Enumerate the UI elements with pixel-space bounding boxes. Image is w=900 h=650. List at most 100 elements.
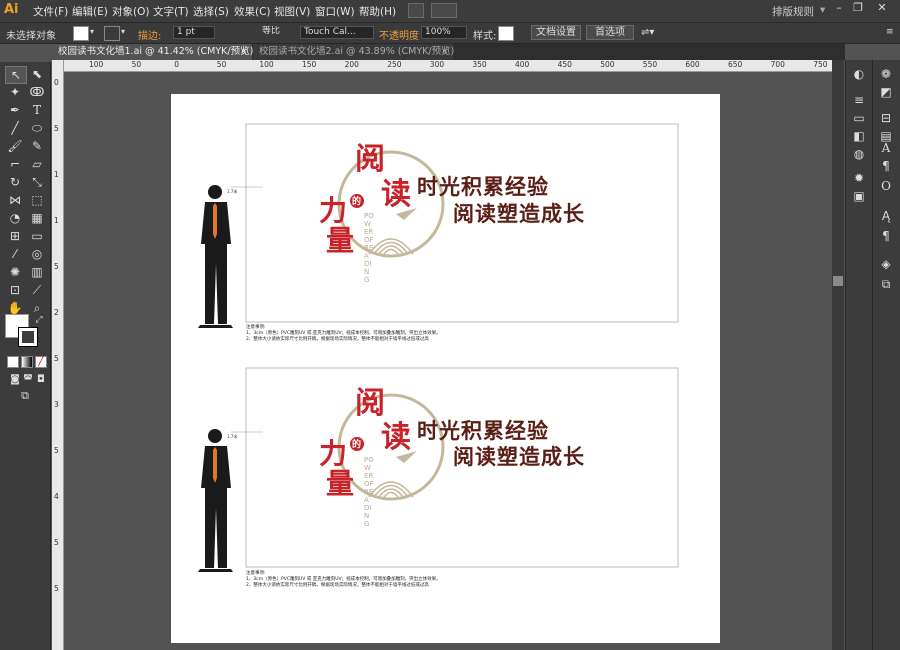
eyedropper-tool-icon[interactable]: ⁄	[5, 246, 25, 262]
tab-document-2[interactable]: 校园读书文化墙2.ai @ 43.89% (CMYK/预览) ✕	[253, 44, 454, 60]
width-tool-icon[interactable]: ⋈	[5, 192, 25, 208]
brush-select[interactable]: Touch Cal...	[300, 26, 374, 39]
tab-close-icon[interactable]: ✕	[240, 44, 247, 60]
design-2-graphics	[198, 367, 679, 572]
menu-select[interactable]: 选择(S)	[193, 4, 229, 19]
horizontal-ruler[interactable]: 100 50 0 50 100 150 200 250 300 350 400 450 500 550 60…	[64, 60, 832, 72]
transparency-panel-icon[interactable]: ◧	[850, 128, 868, 144]
column-graph-tool-icon[interactable]: ▥	[27, 264, 47, 280]
stroke-weight-field[interactable]: 1 pt	[173, 26, 215, 39]
panel-menu-icon[interactable]: ≡	[886, 27, 894, 37]
menu-effect[interactable]: 效果(C)	[234, 4, 271, 19]
control-bar: 未选择对象 ▾ ▾ 描边: 1 pt 等比 Touch Cal... 不透明度 …	[0, 23, 900, 44]
gradient-panel-icon[interactable]: ▭	[850, 110, 868, 126]
shape-builder-tool-icon[interactable]: ◔	[5, 210, 25, 226]
gradient-mode-icon[interactable]	[21, 356, 33, 368]
workspace-chevron-icon[interactable]: ▾	[820, 4, 825, 16]
slice-tool-icon[interactable]: ⟋	[27, 282, 47, 298]
preferences-button[interactable]: 首选项	[586, 25, 634, 40]
character-styles-icon[interactable]: Ą	[877, 208, 895, 224]
restore-button[interactable]: ❐	[849, 1, 867, 15]
symbols-panel-icon[interactable]: ✹	[850, 170, 868, 186]
perspective-grid-tool-icon[interactable]: ▦	[27, 210, 47, 226]
scroll-thumb[interactable]	[833, 276, 843, 286]
swatches-panel-icon[interactable]: ◩	[877, 84, 895, 100]
arrange-icon[interactable]: ⇌▾	[641, 27, 654, 38]
stroke-color-swatch[interactable]	[18, 327, 38, 347]
close-button[interactable]: ✕	[873, 1, 891, 15]
mesh-tool-icon[interactable]: ⊞	[5, 228, 25, 244]
line-tool-icon[interactable]: ╱	[5, 120, 25, 136]
menu-object[interactable]: 对象(O)	[112, 4, 149, 19]
eraser-tool-icon[interactable]: ▱	[27, 156, 47, 172]
pencil-tool-icon[interactable]: ✎	[27, 138, 47, 154]
scale-tool-icon[interactable]: ⤡	[27, 174, 47, 190]
paragraph-styles-icon[interactable]: ¶	[877, 228, 895, 244]
note-line-2: 2、整体大小请依实际尺寸比例开稿，根据现场实际情况，整体不能相对于墙平线过低或过…	[246, 583, 429, 588]
direct-selection-tool-icon[interactable]: ⬉	[27, 66, 47, 82]
pen-tool-icon[interactable]: ✒	[5, 102, 25, 118]
vertical-ruler[interactable]: 0 5 1 1 5 2 5 3 5 4 5 5	[52, 60, 64, 650]
graphic-styles-icon[interactable]: ▣	[850, 188, 868, 204]
stroke-profile-select[interactable]: 等比	[220, 26, 292, 39]
stroke-chevron-icon[interactable]: ▾	[121, 27, 125, 36]
layers-panel-icon[interactable]: ◈	[877, 256, 895, 272]
color-panel-icon[interactable]: ❁	[877, 66, 895, 82]
artboard-tool-icon[interactable]: ⊡	[5, 282, 25, 298]
tab-document-1[interactable]: 校园读书文化墙1.ai @ 41.42% (CMYK/预览) ✕	[52, 44, 253, 60]
symbol-sprayer-tool-icon[interactable]: ✺	[5, 264, 25, 280]
menu-window[interactable]: 窗口(W)	[315, 4, 355, 19]
panel-dock-1: ◐ ≡ ▭ ◧ ◍ ✹ ▣	[845, 60, 872, 650]
canvas-area[interactable]: 阅 读 的 力 量 POWER OF READING 时光积累经验 阅读塑造成长…	[64, 72, 832, 650]
align-panel-icon[interactable]: ⊟	[877, 110, 895, 126]
paintbrush-tool-icon[interactable]: 🖌	[5, 138, 25, 154]
artboard[interactable]: 阅 读 的 力 量 POWER OF READING 时光积累经验 阅读塑造成长…	[171, 94, 720, 643]
menu-help[interactable]: 帮助(H)	[359, 4, 396, 19]
blob-brush-tool-icon[interactable]: ⌐	[5, 156, 25, 172]
menu-type[interactable]: 文字(T)	[153, 4, 189, 19]
appearance-panel-icon[interactable]: ◍	[850, 146, 868, 162]
menu-edit[interactable]: 编辑(E)	[72, 4, 108, 19]
fill-swatch[interactable]	[73, 26, 89, 41]
artboards-panel-icon[interactable]: ⧉	[877, 276, 895, 292]
color-guide-icon[interactable]: ◐	[850, 66, 868, 82]
menu-view[interactable]: 视图(V)	[274, 4, 310, 19]
character-panel-icon[interactable]: A	[877, 140, 895, 156]
none-mode-icon[interactable]: ╱	[35, 356, 47, 368]
menu-file[interactable]: 文件(F)	[33, 4, 68, 19]
workspace-switcher[interactable]: 排版规则	[772, 4, 814, 19]
screen-mode-icon[interactable]: ⧉	[15, 388, 35, 404]
lasso-tool-icon[interactable]: ↂ	[27, 84, 47, 100]
opacity-field[interactable]: 100%	[421, 26, 467, 39]
stroke-panel-icon[interactable]: ≡	[850, 92, 868, 108]
fill-chevron-icon[interactable]: ▾	[90, 27, 94, 36]
paragraph-panel-icon[interactable]: ¶	[877, 158, 895, 174]
gradient-tool-icon[interactable]: ▭	[27, 228, 47, 244]
ellipse-tool-icon[interactable]: ⬭	[27, 120, 47, 136]
de-character: 的	[352, 197, 362, 207]
document-setup-button[interactable]: 文档设置	[531, 25, 581, 40]
free-transform-tool-icon[interactable]: ⬚	[27, 192, 47, 208]
selection-tool-icon[interactable]: ↖	[5, 66, 27, 84]
opacity-label[interactable]: 不透明度	[379, 27, 419, 42]
ruler-tick-label: 250	[387, 60, 402, 69]
stroke-swatch[interactable]	[104, 26, 120, 41]
type-tool-icon[interactable]: T	[27, 102, 47, 118]
arrange-documents-icon[interactable]	[431, 3, 457, 18]
style-swatch[interactable]	[498, 26, 514, 41]
vertical-scrollbar[interactable]	[832, 60, 844, 650]
swap-colors-icon[interactable]: ⤢	[33, 312, 45, 328]
slogan-line-1: 时光积累经验	[417, 174, 549, 199]
opentype-panel-icon[interactable]: O	[877, 178, 895, 194]
ruler-tick-label: 3	[54, 400, 59, 409]
color-mode-icon[interactable]	[7, 356, 19, 368]
bridge-icon[interactable]	[408, 3, 424, 18]
stroke-label[interactable]: 描边:	[138, 27, 161, 42]
magic-wand-tool-icon[interactable]: ✦	[5, 84, 25, 100]
draw-inside-icon[interactable]: ◘	[31, 372, 51, 388]
minimize-button[interactable]: –	[830, 1, 848, 15]
tie	[213, 447, 217, 483]
rotate-tool-icon[interactable]: ↻	[5, 174, 25, 190]
blend-tool-icon[interactable]: ◎	[27, 246, 47, 262]
tab-close-icon[interactable]: ✕	[441, 44, 448, 60]
